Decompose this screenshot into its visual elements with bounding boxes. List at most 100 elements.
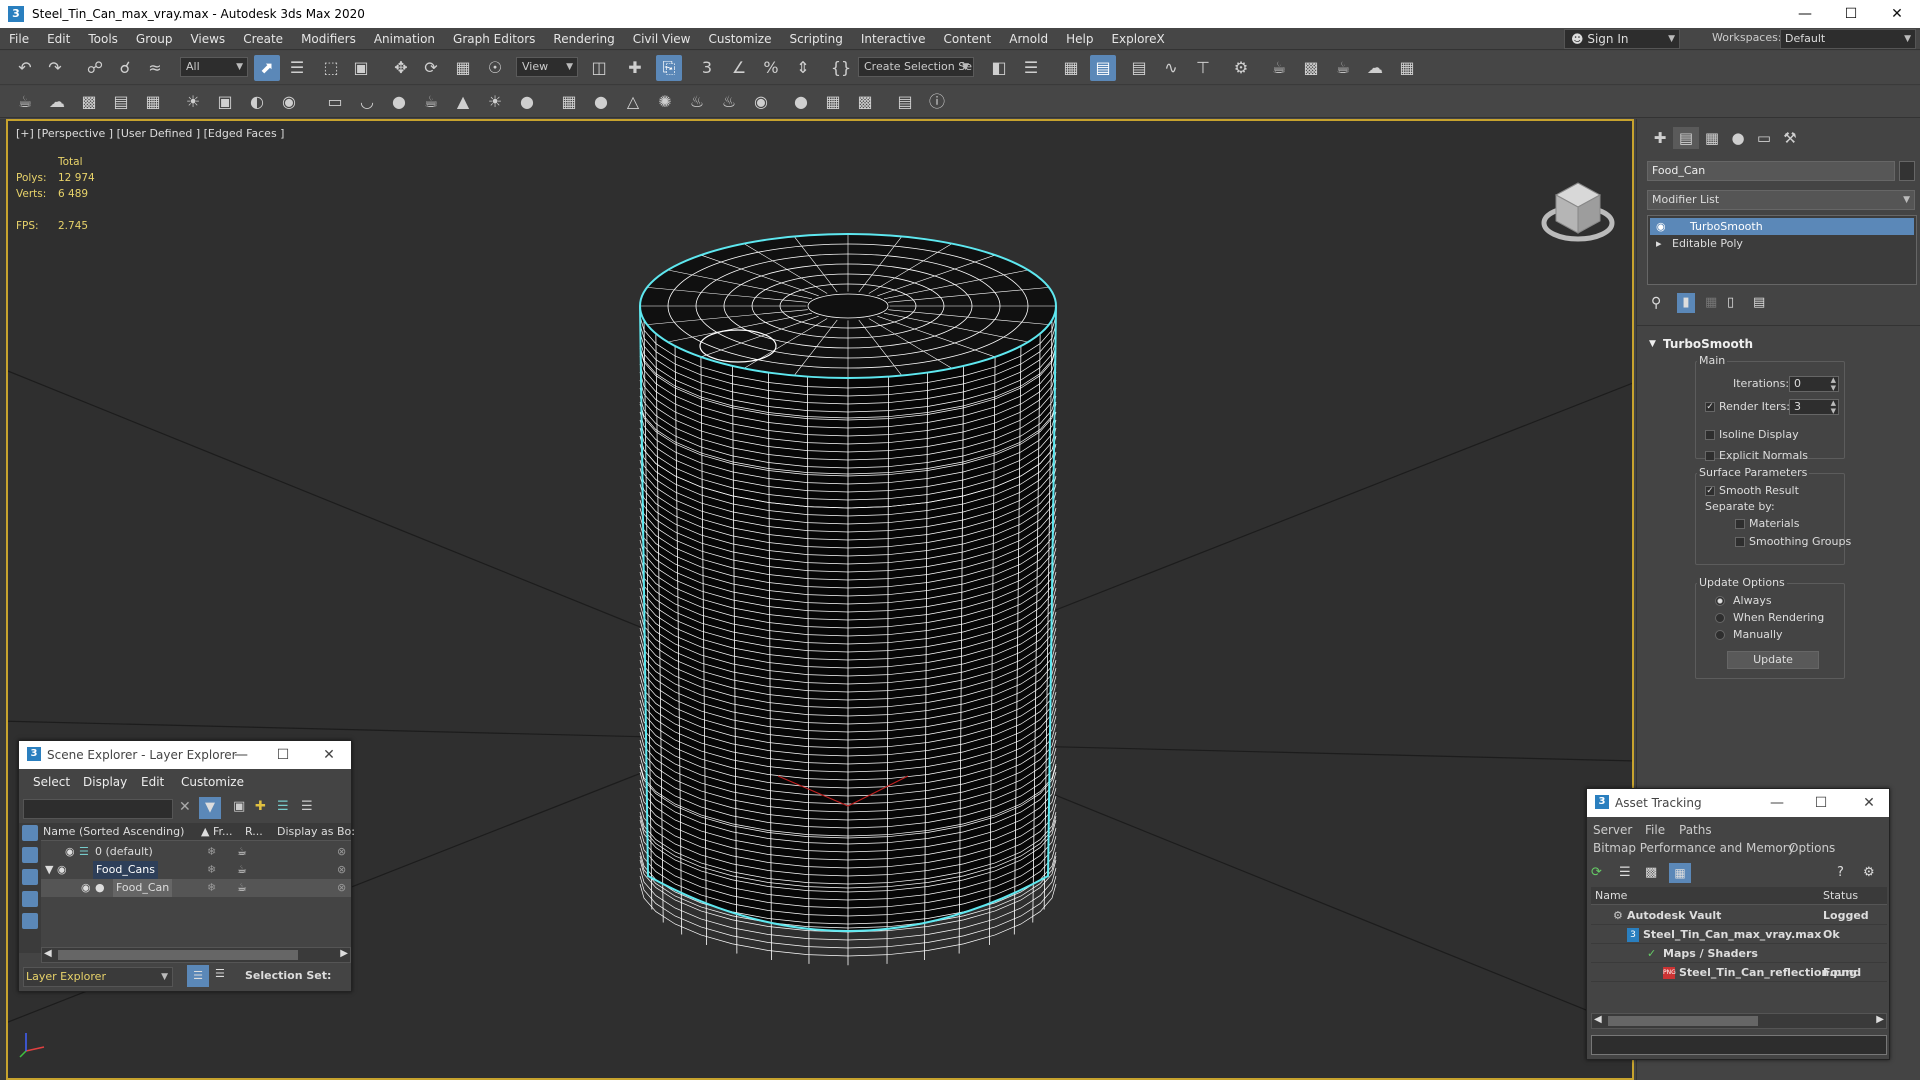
link-icon[interactable]: ☍: [82, 55, 108, 81]
box-display-icon[interactable]: ⊗: [337, 843, 346, 861]
render-shortcuts-icon[interactable]: ▦: [1394, 55, 1420, 81]
menu-explorex[interactable]: ExploreX: [1102, 28, 1173, 50]
sign-in-dropdown[interactable]: ☻ Sign In ▼: [1564, 29, 1680, 49]
layers-icon[interactable]: ☰: [277, 799, 289, 814]
menu-help[interactable]: Help: [1057, 28, 1102, 50]
search-input[interactable]: [23, 799, 173, 819]
maximize-button[interactable]: ☐: [1828, 0, 1874, 28]
vfb-icon[interactable]: ▤: [892, 89, 918, 115]
rendered-frame-window-icon[interactable]: ▩: [1298, 55, 1324, 81]
hierarchy-tab-icon[interactable]: ▦: [1699, 127, 1725, 149]
column-status[interactable]: Status: [1823, 889, 1858, 902]
filter-icon[interactable]: ▼: [199, 797, 221, 819]
menu-scripting[interactable]: Scripting: [780, 28, 851, 50]
scene-explorer-menu-customize[interactable]: Customize: [181, 775, 244, 789]
update-button[interactable]: Update: [1727, 651, 1819, 669]
configure-modifier-sets-icon[interactable]: ▤: [1753, 295, 1765, 310]
render-setup-icon[interactable]: ☕: [1266, 55, 1292, 81]
lights-filter-icon[interactable]: [22, 869, 38, 885]
remove-modifier-icon[interactable]: ▯: [1727, 295, 1734, 310]
dome-light-icon[interactable]: ◐: [244, 89, 270, 115]
expand-arrow-icon[interactable]: ▼: [45, 861, 53, 879]
hair-icon[interactable]: ♨: [716, 89, 742, 115]
menu-graph-editors[interactable]: Graph Editors: [444, 28, 544, 50]
redo-icon[interactable]: ↷: [42, 55, 68, 81]
settings-icon[interactable]: ⚙: [1863, 865, 1875, 880]
manually-radio[interactable]: Manually: [1715, 628, 1783, 641]
menu-arnold[interactable]: Arnold: [1000, 28, 1057, 50]
asset-menu-bitmap-performance[interactable]: Bitmap Performance and Memory: [1593, 841, 1795, 855]
plane-light-icon[interactable]: ▭: [322, 89, 348, 115]
select-by-name-icon[interactable]: ☰: [284, 55, 310, 81]
hierarchy-toggle-icon[interactable]: ☰: [215, 967, 225, 980]
fur-icon[interactable]: ♨: [684, 89, 710, 115]
place-icon[interactable]: ☉: [482, 55, 508, 81]
box-display-icon[interactable]: ⊗: [337, 861, 346, 879]
scroll-right-icon[interactable]: ▶: [1876, 1014, 1884, 1025]
menu-civil-view[interactable]: Civil View: [624, 28, 700, 50]
vr-camera-icon[interactable]: ◉: [276, 89, 302, 115]
selection-filter-dropdown[interactable]: All ▼: [180, 57, 248, 77]
render-setup-list-icon[interactable]: ▦: [140, 89, 166, 115]
expand-arrow-icon[interactable]: ▸: [1656, 235, 1662, 252]
rotate-icon[interactable]: ⟳: [418, 55, 444, 81]
asset-row[interactable]: PNG Steel_Tin_Can_reflection.png Found: [1591, 964, 1887, 982]
select-object-icon[interactable]: ⬈: [254, 55, 280, 81]
column-freeze[interactable]: ▲ Fr...: [201, 825, 233, 838]
spinner-arrows-icon[interactable]: ▲ ▼: [1831, 376, 1836, 392]
hierarchy-icon[interactable]: ☰: [301, 799, 313, 814]
pivot-center-icon[interactable]: ◫: [586, 55, 612, 81]
move-icon[interactable]: ✥: [388, 55, 414, 81]
percent-snap-icon[interactable]: %: [758, 55, 784, 81]
mirror-icon[interactable]: ◧: [986, 55, 1012, 81]
scale-icon[interactable]: ▦: [450, 55, 476, 81]
stack-item-editable-poly[interactable]: ▸ Editable Poly: [1650, 235, 1914, 252]
refresh-icon[interactable]: ⟳: [1591, 865, 1602, 880]
reference-coordinate-dropdown[interactable]: View ▼: [516, 57, 578, 77]
menu-edit[interactable]: Edit: [38, 28, 79, 50]
material-override-icon[interactable]: ▩: [852, 89, 878, 115]
edit-named-selection-icon[interactable]: {}: [828, 55, 854, 81]
spinner-arrows-icon[interactable]: ▲ ▼: [1831, 399, 1836, 415]
eye-icon[interactable]: ◉: [1656, 218, 1666, 235]
eye-icon[interactable]: ◉: [65, 843, 75, 861]
column-name[interactable]: Name: [1595, 889, 1627, 902]
eye-icon[interactable]: ◉: [81, 879, 91, 897]
material-wrap-icon[interactable]: ▦: [820, 89, 846, 115]
make-unique-icon[interactable]: ▦: [1705, 295, 1717, 310]
help-icon[interactable]: ⓘ: [924, 89, 950, 115]
horizontal-scrollbar[interactable]: ◀ ▶: [1591, 1013, 1887, 1029]
layer-row[interactable]: ◉ ☰ 0 (default) ❄ ☕ ⊗: [41, 843, 351, 861]
light-lister-icon[interactable]: ☀: [180, 89, 206, 115]
ambient-light-icon[interactable]: ●: [514, 89, 540, 115]
maximize-button[interactable]: ☐: [263, 741, 303, 769]
asset-row[interactable]: 3 Steel_Tin_Can_max_vray.max Ok: [1591, 926, 1887, 944]
frame-buffer-icon[interactable]: ▩: [76, 89, 102, 115]
molecule-icon[interactable]: ●: [588, 89, 614, 115]
sort-layers-icon[interactable]: ☰: [187, 965, 209, 987]
lock-icon[interactable]: ▣: [233, 799, 245, 814]
material-sphere-icon[interactable]: ●: [788, 89, 814, 115]
show-end-result-icon[interactable]: ▮: [1677, 293, 1695, 313]
toggle-layer-explorer-icon[interactable]: ▤: [1090, 55, 1116, 81]
utilities-tab-icon[interactable]: ⚒: [1777, 127, 1803, 149]
column-name[interactable]: Name (Sorted Ascending): [43, 825, 184, 838]
when-rendering-radio[interactable]: When Rendering: [1715, 611, 1824, 624]
explicit-normals-checkbox[interactable]: Explicit Normals: [1705, 449, 1808, 462]
asset-menu-paths[interactable]: Paths: [1679, 823, 1712, 837]
isoline-display-checkbox[interactable]: Isoline Display: [1705, 428, 1799, 441]
helpers-filter-icon[interactable]: [22, 913, 38, 929]
menu-tools[interactable]: Tools: [79, 28, 127, 50]
minimize-button[interactable]: —: [221, 741, 261, 769]
sun-icon[interactable]: ☀: [482, 89, 508, 115]
sphere-light-icon[interactable]: ●: [386, 89, 412, 115]
render-teapot-icon[interactable]: ☕: [237, 843, 247, 861]
collapse-arrow-icon[interactable]: ▼: [1649, 335, 1656, 353]
scene-explorer-menu-display[interactable]: Display: [83, 775, 127, 789]
menu-views[interactable]: Views: [181, 28, 234, 50]
close-button[interactable]: ✕: [309, 741, 349, 769]
menu-interactive[interactable]: Interactive: [852, 28, 935, 50]
spinner-snap-icon[interactable]: ⇕: [790, 55, 816, 81]
render-production-icon[interactable]: ☕: [1330, 55, 1356, 81]
smooth-result-checkbox[interactable]: ✓ Smooth Result: [1705, 484, 1799, 497]
